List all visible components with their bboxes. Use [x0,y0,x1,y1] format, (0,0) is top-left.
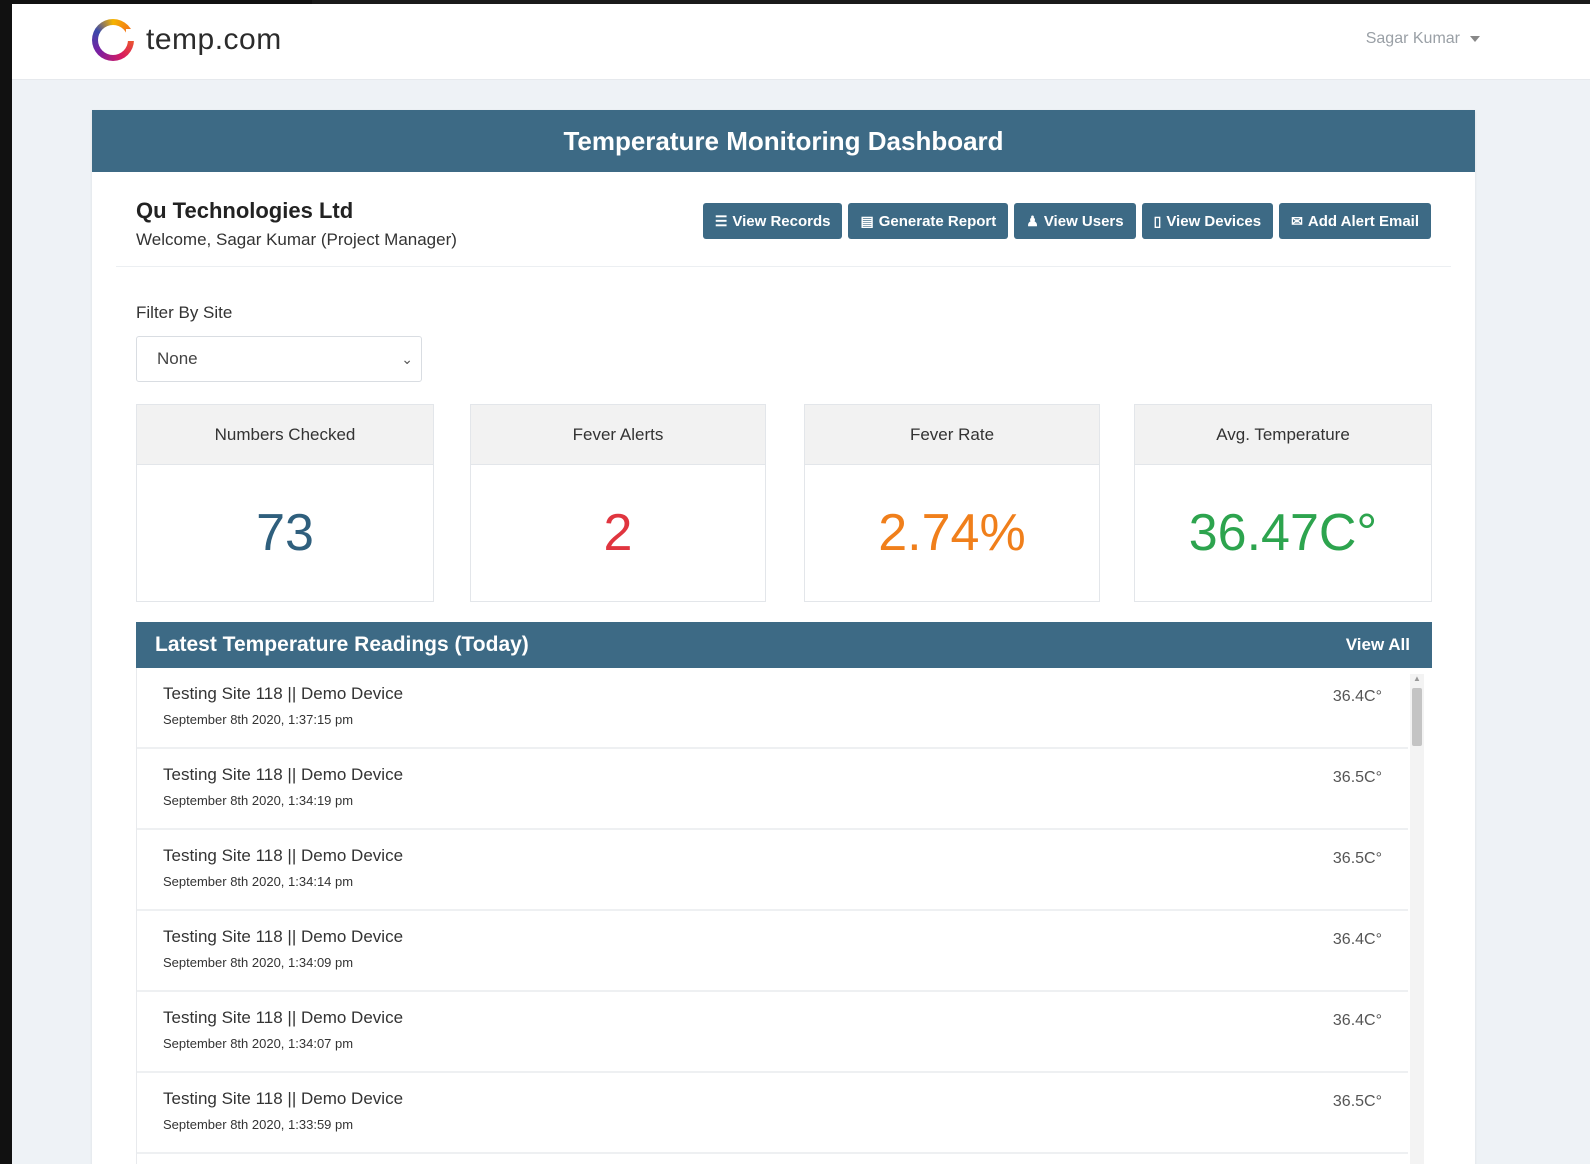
reading-time: September 8th 2020, 1:34:19 pm [163,793,354,808]
user-menu[interactable]: Sagar Kumar [1366,30,1480,48]
brand-logo-icon [92,19,136,61]
add-alert-email-button[interactable]: ✉ Add Alert Email [1279,203,1431,239]
view-devices-button[interactable]: ▯ View Devices [1141,203,1274,239]
list-icon: ☰ [714,212,728,229]
user-icon: ♟ [1026,212,1039,229]
reading-title: Testing Site 118 || Demo Device [163,1008,404,1027]
stat-card-fever-alerts: Fever Alerts 2 [470,404,766,602]
dashboard-panel: Temperature Monitoring Dashboard Qu Tech… [92,110,1475,1164]
readings-list[interactable]: Testing Site 118 || Demo Device September… [136,668,1432,1164]
dashboard-title: Temperature Monitoring Dashboard [92,110,1475,172]
site-filter-value: None [157,349,198,368]
envelope-icon: ✉ [1291,212,1303,229]
reading-time: September 8th 2020, 1:37:15 pm [163,712,354,727]
reading-time: September 8th 2020, 1:33:59 pm [163,1117,354,1132]
readings-title: Latest Temperature Readings (Today) [155,633,529,656]
reading-title: Testing Site 118 || Demo Device [163,927,404,946]
reading-time: September 8th 2020, 1:34:07 pm [163,1036,354,1051]
brand-name: temp.com [146,23,282,56]
view-users-button[interactable]: ♟ View Users [1014,203,1136,239]
reading-title: Testing Site 118 || Demo Device [163,765,404,784]
reading-title: Testing Site 118 || Demo Device [163,684,404,703]
reading-temperature: 36.5C° [1332,850,1382,867]
readings-scrollbar[interactable]: ▲ [1410,674,1424,1164]
reading-temperature: 36.4C° [1332,1012,1382,1029]
stat-value: 36.47C° [1188,504,1378,562]
reading-temperature: 36.5C° [1332,1093,1382,1110]
stat-label: Fever Alerts [471,405,765,465]
reading-row[interactable]: Testing Site 118 || Demo Device September… [137,992,1408,1073]
navbar: temp.com Sagar Kumar [12,4,1590,80]
header-divider [116,266,1451,267]
document-icon: ▤ [860,212,874,229]
welcome-text: Welcome, Sagar Kumar (Project Manager) [136,230,457,249]
latest-readings: Latest Temperature Readings (Today) View… [136,622,1432,1164]
stat-label: Numbers Checked [137,405,433,465]
stat-card-fever-rate: Fever Rate 2.74% [804,404,1100,602]
reading-temperature: 36.4C° [1332,688,1382,705]
view-records-label: View Records [732,212,831,230]
caret-down-icon [1470,36,1480,42]
reading-row[interactable]: Testing Site 118 || Demo Device September… [137,749,1408,830]
filter-label: Filter By Site [136,303,233,322]
chevron-down-icon: ⌄ [401,351,413,367]
device-icon: ▯ [1153,212,1162,229]
add-alert-email-label: Add Alert Email [1307,212,1419,230]
reading-row[interactable]: Testing Site 118 || Demo Device September… [137,911,1408,992]
left-screen-edge [0,0,12,1164]
view-devices-label: View Devices [1166,212,1262,230]
reading-title: Testing Site 118 || Demo Device [163,846,404,865]
reading-time: September 8th 2020, 1:34:14 pm [163,874,354,889]
stats-row: Numbers Checked 73 Fever Alerts 2 Fever … [136,404,1432,602]
stat-card-numbers-checked: Numbers Checked 73 [136,404,434,602]
reading-time: September 8th 2020, 1:34:09 pm [163,955,354,970]
view-all-link[interactable]: View All [1346,622,1410,668]
reading-row[interactable]: Testing Site 118 || Demo Device September… [137,1073,1408,1154]
stat-value: 2.74% [878,504,1026,562]
stat-label: Avg. Temperature [1135,405,1431,465]
scroll-up-arrow-icon[interactable]: ▲ [1413,674,1421,683]
app-window: temp.com Sagar Kumar Temperature Monitor… [12,4,1590,1164]
company-info: Qu Technologies Ltd Welcome, Sagar Kumar… [136,198,457,250]
user-name: Sagar Kumar [1365,30,1460,47]
action-buttons: ☰ View Records ▤ Generate Report ♟ View … [702,203,1431,239]
brand[interactable]: temp.com [92,19,282,61]
reading-row[interactable]: Testing Site 118 || Demo Device September… [137,668,1408,749]
reading-temperature: 36.5C° [1332,769,1382,786]
view-users-label: View Users [1043,212,1124,230]
reading-title: Testing Site 118 || Demo Device [163,1089,404,1108]
stat-value: 73 [256,504,314,562]
stat-card-avg-temperature: Avg. Temperature 36.47C° [1134,404,1432,602]
reading-row[interactable]: Testing Site 118 || Demo Device September… [137,830,1408,911]
stat-label: Fever Rate [805,405,1099,465]
readings-header: Latest Temperature Readings (Today) View… [136,622,1432,668]
view-records-button[interactable]: ☰ View Records [702,203,843,239]
reading-temperature: 36.4C° [1332,931,1382,948]
scroll-thumb[interactable] [1412,688,1422,746]
stat-value: 2 [603,504,633,562]
company-name: Qu Technologies Ltd [136,198,354,223]
generate-report-label: Generate Report [878,212,997,230]
site-filter-select[interactable]: None ⌄ [136,336,422,382]
generate-report-button[interactable]: ▤ Generate Report [848,203,1009,239]
